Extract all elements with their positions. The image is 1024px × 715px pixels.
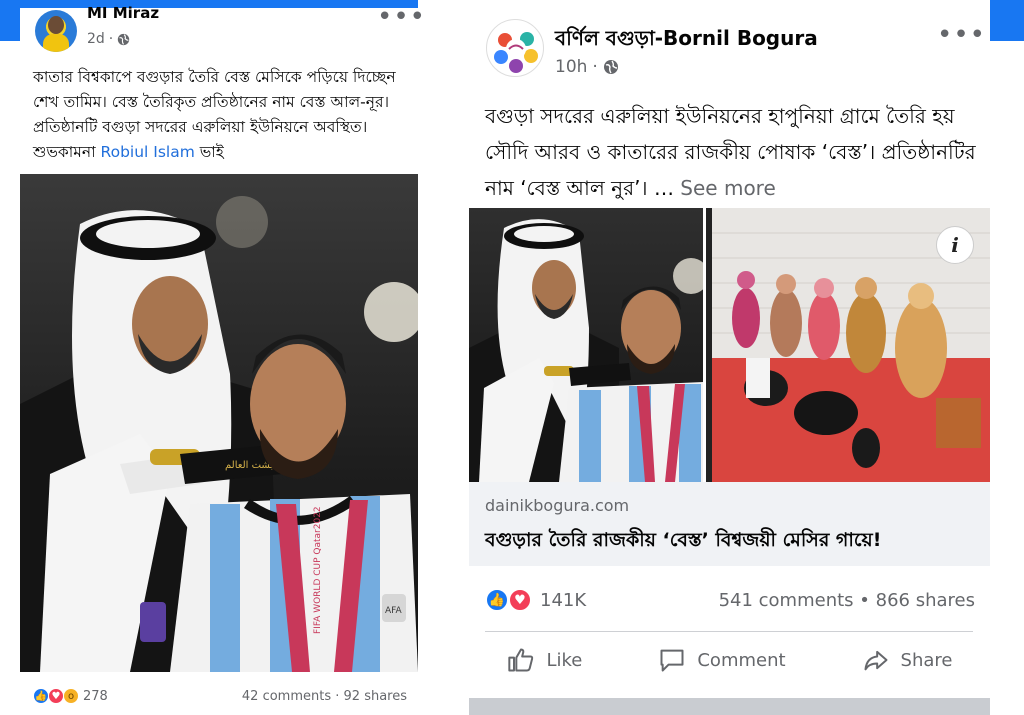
photo-illustration: [469, 219, 703, 482]
globe-icon: [118, 33, 130, 45]
post-left: MI Miraz 2d · ••• কাতার বিশ্বকাপে বগুড়া…: [20, 4, 425, 715]
post-time[interactable]: 2d: [87, 31, 105, 47]
share-label: Share: [900, 649, 953, 671]
post-footer: 👍 ♥ o 278 42 comments · 92 shares: [33, 688, 407, 704]
love-reaction-icon: ♥: [48, 688, 64, 704]
like-reaction-icon: 👍: [33, 688, 49, 704]
avatar[interactable]: [35, 10, 77, 52]
love-reaction-icon: ♥: [508, 588, 532, 612]
post-text-tail: ভাই: [194, 143, 224, 161]
post-time[interactable]: 10h: [555, 57, 587, 77]
post-text: কাতার বিশ্বকাপে বগুড়ার তৈরি বেস্ত মেসিক…: [33, 65, 413, 165]
reaction-count: 141K: [540, 589, 587, 611]
page-name[interactable]: বর্ণিল বগুড়া-Bornil Bogura: [555, 24, 818, 57]
globe-icon: [603, 60, 618, 74]
comment-icon: [660, 649, 684, 672]
comment-button[interactable]: Comment: [657, 646, 786, 674]
top-blue-band-right: [990, 0, 1024, 41]
reactions[interactable]: 👍 ♥ 141K: [485, 588, 586, 612]
page-avatar[interactable]: [486, 19, 544, 77]
mention-link[interactable]: Robiul Islam: [101, 143, 195, 161]
like-label: Like: [546, 649, 583, 671]
engagement-stats: 42 comments · 92 shares: [241, 688, 407, 704]
comments-count[interactable]: 42 comments: [242, 689, 331, 704]
post-photo[interactable]: بشت العالم FIFA WORLD CUP Qatar2022 AFA: [20, 174, 418, 672]
shares-count[interactable]: 866 shares: [876, 590, 975, 611]
more-options-icon[interactable]: •••: [937, 22, 986, 48]
info-icon[interactable]: i: [936, 226, 974, 264]
like-button[interactable]: Like: [506, 646, 582, 674]
post-meta: 2d ·: [87, 31, 130, 47]
ribbon-text: FIFA WORLD CUP Qatar2022: [313, 506, 323, 634]
more-options-icon[interactable]: •••: [377, 4, 426, 30]
post-right: বর্ণিল বগুড়া-Bornil Bogura 10h · ••• বগ…: [469, 10, 990, 715]
bottom-strip: [469, 698, 990, 715]
post-photo-workers[interactable]: i: [706, 208, 990, 482]
link-title[interactable]: বগুড়ার তৈরি রাজকীয় ‘বেস্ত’ বিশ্বজয়ী ম…: [485, 526, 881, 558]
engagement-stats: 👍 ♥ 141K 541 comments • 866 shares: [485, 588, 975, 612]
divider: [485, 631, 973, 632]
share-icon: [864, 650, 888, 671]
stats-separator: •: [859, 589, 870, 611]
comments-count[interactable]: 541 comments: [719, 590, 854, 611]
action-bar: Like Comment Share: [469, 646, 990, 674]
link-preview[interactable]: dainikbogura.com বগুড়ার তৈরি রাজকীয় ‘ব…: [469, 482, 990, 566]
reaction-count: 278: [83, 688, 108, 704]
post-meta: 10h ·: [555, 57, 619, 77]
like-reaction-icon: 👍: [485, 588, 509, 612]
post-photo-messi[interactable]: [469, 208, 703, 482]
see-more-link[interactable]: See more: [680, 176, 775, 200]
reactions[interactable]: 👍 ♥ o 278: [33, 688, 108, 704]
sash-text: بشت العالم: [225, 460, 273, 471]
post-text: বগুড়া সদরের এরুলিয়া ইউনিয়নের হাপুনিয়…: [485, 98, 985, 206]
logo-icon: [494, 29, 538, 73]
photo-illustration: بشت العالم FIFA WORLD CUP Qatar2022 AFA: [20, 196, 418, 672]
wow-reaction-icon: o: [63, 688, 79, 704]
link-domain: dainikbogura.com: [485, 496, 630, 515]
share-button[interactable]: Share: [861, 646, 953, 674]
post-author[interactable]: MI Miraz: [87, 4, 159, 22]
comment-label: Comment: [697, 649, 786, 671]
thumbs-up-icon: [508, 648, 534, 672]
badge-text: AFA: [385, 606, 403, 616]
shares-count[interactable]: 92 shares: [344, 689, 407, 704]
